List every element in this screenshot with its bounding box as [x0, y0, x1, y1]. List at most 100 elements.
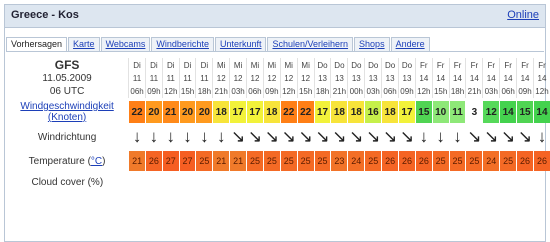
- header-day: Fr: [420, 60, 428, 70]
- header-date: 14: [520, 73, 530, 83]
- header-day: Di: [200, 60, 209, 70]
- wind-speed-label[interactable]: Windgeschwindigkeit (Knoten): [20, 101, 113, 123]
- wind-arrow-icon: ↘: [482, 123, 500, 151]
- tab-schulen-verleihern[interactable]: Schulen/Verleihern: [267, 37, 354, 52]
- tab-webcams[interactable]: Webcams: [100, 37, 151, 52]
- wind-arrow-icon: ↓: [128, 123, 146, 151]
- wind-speed-cell: 15: [414, 101, 433, 123]
- wind-speed-cell: 18: [347, 101, 365, 123]
- temperature-cell: 21: [229, 151, 247, 171]
- header-day: Do: [351, 60, 362, 70]
- header-time: 12h: [282, 86, 296, 96]
- online-link[interactable]: Online: [507, 9, 539, 21]
- time-header: Do 13 03h: [364, 58, 382, 98]
- header-time: 09h: [518, 86, 532, 96]
- header-time: 00h: [349, 86, 363, 96]
- temperature-cell: 25: [279, 151, 298, 171]
- temperature-cell: 26: [398, 151, 416, 171]
- cloud-cover-cell: [145, 171, 162, 193]
- header-time: 18h: [197, 86, 212, 96]
- wind-speed-row: Windgeschwindigkeit (Knoten) 22 20 21 20 20 1…: [6, 101, 550, 123]
- header-day: Mi: [301, 60, 310, 70]
- tab-andere[interactable]: Andere: [390, 37, 430, 52]
- header-day: Di: [150, 60, 158, 70]
- time-header: Fr 14 12h: [532, 58, 550, 98]
- header-day: Do: [401, 60, 413, 70]
- wind-arrow-icon: ↘: [279, 123, 298, 151]
- model-name: GFS: [54, 58, 80, 72]
- header-date: 13: [334, 73, 344, 83]
- forecast-table: GFS 11.05.2009 06 UTC Di 11 06h Di 11 09h Di 11…: [6, 58, 550, 193]
- tab-unterkunft[interactable]: Unterkunft: [214, 37, 267, 52]
- wind-arrow-icon: ↓: [161, 123, 180, 151]
- header-date: 11: [132, 73, 142, 83]
- wind-arrow-icon: ↘: [313, 123, 331, 151]
- cloud-cover-cell: [483, 171, 500, 193]
- header-day: Di: [133, 60, 141, 70]
- cloud-cover-cell: [432, 171, 449, 193]
- cloud-cover-cell: [179, 171, 196, 193]
- temperature-cell: 26: [532, 151, 550, 171]
- header-date: 14: [453, 73, 462, 83]
- time-header: Do 13 00h: [347, 58, 365, 98]
- time-header: Do 13 06h: [381, 58, 399, 98]
- header-day: Do: [384, 60, 396, 70]
- wind-arrow-icon: ↘: [330, 123, 348, 151]
- header-day: Do: [368, 60, 379, 70]
- wind-arrow-icon: ↘: [347, 123, 365, 151]
- header-day: Fr: [538, 60, 546, 70]
- time-header: Di 11 09h: [144, 58, 163, 98]
- header-date: 11: [200, 73, 209, 83]
- header-time: 06h: [130, 86, 144, 96]
- temperature-cell: 25: [364, 151, 382, 171]
- time-header: Fr 14 09h: [516, 58, 534, 98]
- wind-speed-cell: 20: [195, 101, 213, 123]
- time-header: Fr 14 03h: [482, 58, 500, 98]
- header-day: Mi: [284, 60, 293, 70]
- wind-speed-cell: 17: [313, 101, 331, 123]
- header-day: Fr: [521, 60, 529, 70]
- header-time: 18h: [450, 86, 465, 96]
- tab-karte[interactable]: Karte: [68, 37, 100, 52]
- time-header: Mi 12 09h: [262, 58, 281, 98]
- wind-speed-cell: 16: [364, 101, 382, 123]
- temperature-unit-link[interactable]: °C: [91, 156, 102, 167]
- time-header: Di 11 18h: [195, 58, 213, 98]
- header-date: 14: [503, 73, 513, 83]
- cloud-cover-cell: [280, 171, 297, 193]
- temperature-cell: 25: [499, 151, 517, 171]
- cloud-cover-cell: [196, 171, 213, 193]
- tab-vorhersagen[interactable]: Vorhersagen: [6, 37, 68, 52]
- wind-speed-cell: 15: [516, 101, 534, 123]
- temperature-label: Temperature: [28, 155, 85, 167]
- model-date: 11.05.2009: [42, 73, 92, 84]
- wind-arrow-icon: ↘: [262, 123, 281, 151]
- header-day: Di: [166, 60, 175, 70]
- wind-speed-cell: 17: [229, 101, 247, 123]
- header-date: 13: [402, 73, 412, 83]
- header-time: 15h: [433, 86, 448, 96]
- tab-windberichte[interactable]: Windberichte: [151, 37, 214, 52]
- wind-speed-cell: 22: [296, 101, 315, 123]
- cloud-cover-cell: [533, 171, 550, 193]
- temperature-cell: 25: [431, 151, 450, 171]
- time-header: Mi 12 21h: [212, 58, 230, 98]
- cloud-cover-row: Cloud cover (%): [6, 171, 550, 193]
- wind-direction-label: Windrichtung: [37, 131, 97, 143]
- cloud-cover-cell: [399, 171, 416, 193]
- tab-shops[interactable]: Shops: [354, 37, 390, 52]
- wind-speed-cell: 14: [532, 101, 550, 123]
- temperature-cell: 24: [482, 151, 500, 171]
- header-time: 03h: [484, 86, 498, 96]
- time-header: Mi 12 03h: [229, 58, 247, 98]
- header-time: 21h: [467, 86, 482, 96]
- header-date: 11: [183, 73, 192, 83]
- temperature-cell: 25: [195, 151, 213, 171]
- wind-speed-cell: 18: [212, 101, 230, 123]
- wind-arrow-icon: ↘: [516, 123, 534, 151]
- header-time: 03h: [366, 86, 380, 96]
- header-time: 18h: [315, 86, 330, 96]
- wind-speed-cell: 11: [448, 101, 466, 123]
- wind-arrow-icon: ↓: [448, 123, 466, 151]
- temperature-cell: 21: [128, 151, 146, 171]
